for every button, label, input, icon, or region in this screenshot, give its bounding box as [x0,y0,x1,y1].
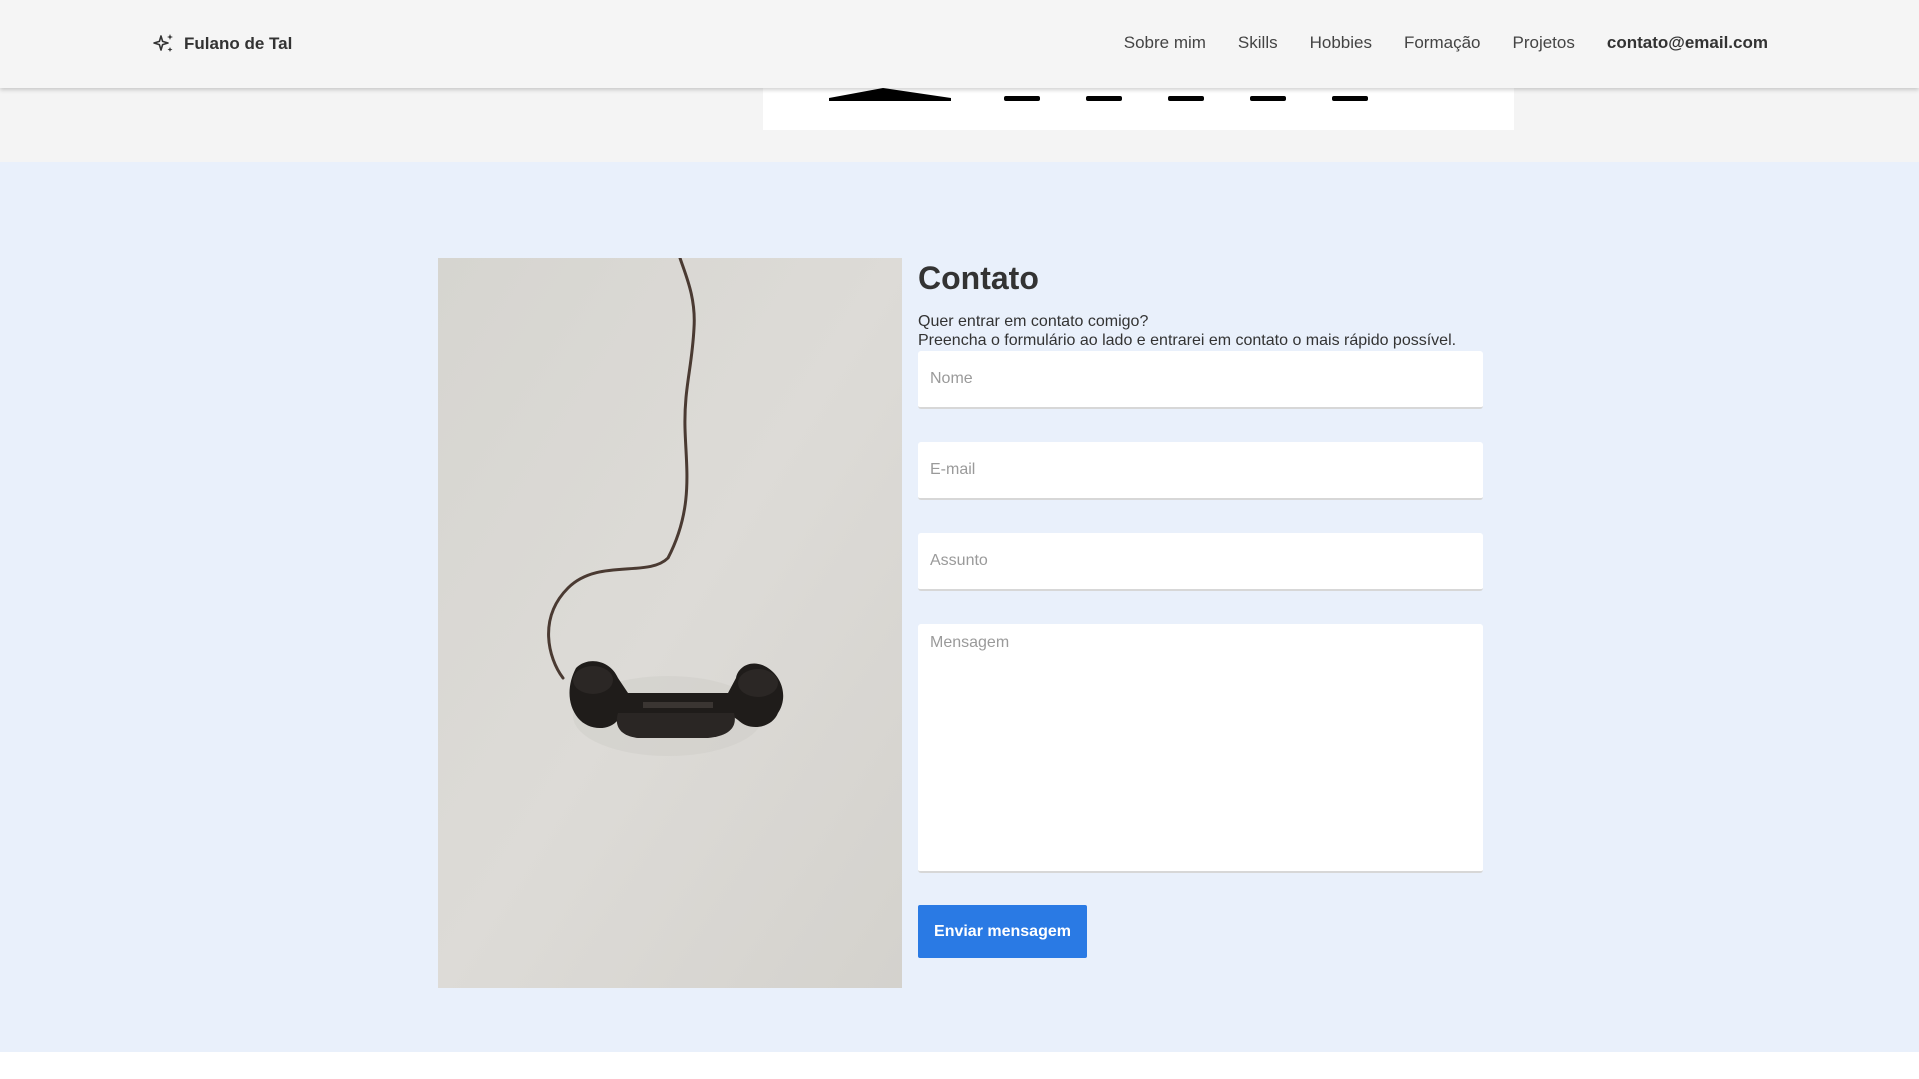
nav-link-formacao[interactable]: Formação [1404,33,1481,53]
contact-subtitle: Quer entrar em contato comigo? Preencha … [918,312,1483,350]
sparkles-icon [153,34,173,52]
nav-link-sobre-mim[interactable]: Sobre mim [1124,33,1206,53]
contact-title: Contato [918,260,1039,296]
subject-input[interactable] [918,533,1483,591]
brand-logo[interactable]: Fulano de Tal [152,32,292,56]
main-nav: Sobre mim Skills Hobbies Formação Projet… [1124,33,1768,53]
contact-section: Contato Quer entrar em contato comigo? P… [0,162,1919,1052]
name-input[interactable] [918,351,1483,409]
footer-top-edge [0,1052,1919,1079]
telephone-receiver-illustration [438,258,902,988]
telephone-receiver-photo [438,258,902,988]
brand-name: Fulano de Tal [184,34,293,53]
nav-link-skills[interactable]: Skills [1238,33,1278,53]
nav-link-projetos[interactable]: Projetos [1513,33,1575,53]
nav-link-email[interactable]: contato@email.com [1607,33,1768,53]
message-textarea[interactable] [918,624,1483,873]
contact-subtitle-line-1: Quer entrar em contato comigo? [918,313,1149,330]
contact-subtitle-line-2: Preencha o formulário ao lado e entrarei… [918,332,1457,349]
email-input[interactable] [918,442,1483,500]
contact-form-intro: Contato Quer entrar em contato comigo? P… [918,258,1483,350]
nav-link-hobbies[interactable]: Hobbies [1310,33,1372,53]
send-message-button[interactable]: Enviar mensagem [918,905,1087,958]
site-header: Fulano de Tal Sobre mim Skills Hobbies F… [0,0,1919,88]
